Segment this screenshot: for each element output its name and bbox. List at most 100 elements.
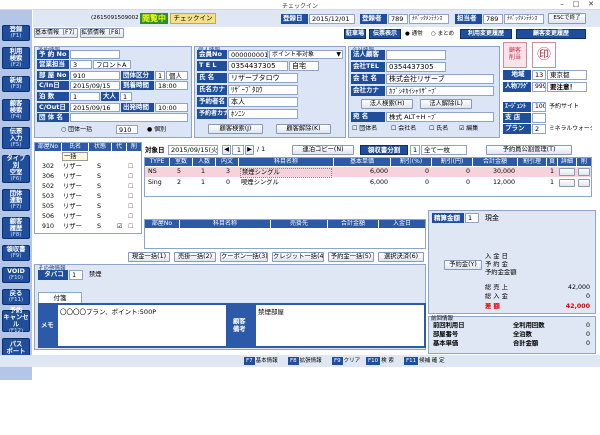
- plan-code-field[interactable]: 2: [532, 124, 546, 134]
- parking-button[interactable]: 駐車場: [344, 29, 366, 39]
- kana-field[interactable]: ﾘｻﾞｰﾌﾞﾀﾛｳ: [228, 85, 298, 95]
- company-tel-field[interactable]: 0354437305: [386, 62, 446, 72]
- group-name-field[interactable]: [70, 113, 188, 122]
- delete-checkbox[interactable]: ☐: [127, 193, 137, 201]
- chk-company-name[interactable]: ☐ 会社名: [390, 125, 428, 133]
- rep-checkbox[interactable]: ☑: [116, 223, 126, 231]
- tel-field[interactable]: 0354437305: [228, 61, 288, 71]
- fn-clear[interactable]: F9 クリア: [332, 357, 360, 365]
- sidebar-reservation-cancel-button[interactable]: 予約 キャンセル (F12): [2, 307, 30, 334]
- chk-person-name[interactable]: ☐ 氏名: [428, 125, 458, 133]
- select-settle-button[interactable]: 選択決済(6): [378, 252, 424, 262]
- tobacco-code-field[interactable]: 1: [69, 270, 83, 280]
- minimize-icon[interactable]: –: [555, 0, 569, 9]
- prev-page-icon[interactable]: ◀: [222, 145, 231, 155]
- corp-release-button[interactable]: 法人解除(L): [420, 99, 472, 109]
- slip-display-button[interactable]: 伝票表示: [369, 29, 401, 39]
- close-icon[interactable]: ✕: [584, 0, 598, 9]
- tab-basic-info[interactable]: 基本情報［F7］: [34, 28, 78, 38]
- arrival-time-field[interactable]: 18:00: [155, 81, 188, 90]
- radio-summary[interactable]: ○ まとめ: [430, 30, 458, 38]
- reservation-no-field[interactable]: [70, 50, 120, 59]
- customer-history-button[interactable]: 顧客変更履歴: [516, 29, 586, 39]
- tab-extended-info[interactable]: 拡張情報［F8］: [80, 28, 124, 38]
- booker-kana-field[interactable]: ﾎﾝﾆﾝ: [228, 109, 298, 119]
- sidebar-new-button[interactable]: 新規 (F3): [2, 76, 30, 92]
- delete-checkbox[interactable]: ☐: [127, 173, 137, 181]
- sidebar-slip-input-button[interactable]: 伝票 入力 (F5): [2, 127, 30, 149]
- sidebar-type-vacancy-button[interactable]: タイプ 別 空室 (F6): [2, 155, 30, 183]
- esc-exit-button[interactable]: ESCで終了: [548, 13, 586, 24]
- deposit-button[interactable]: 予約金(Y): [444, 260, 482, 270]
- customer-release-button[interactable]: 顧客解除(K): [276, 124, 331, 134]
- slip-item-name[interactable]: 喫煙シングル: [240, 179, 332, 187]
- booker-field[interactable]: 本人: [228, 97, 298, 107]
- slip-item-name[interactable]: 禁煙シングル: [240, 168, 332, 178]
- sidebar-register-button[interactable]: 登録 (F1): [2, 25, 30, 41]
- slip-delete-button[interactable]: [578, 179, 590, 187]
- checkout-date-field[interactable]: 2015/09/16: [70, 103, 120, 112]
- nights-field[interactable]: 1: [70, 92, 100, 101]
- maximize-icon[interactable]: □: [569, 0, 583, 9]
- settlement-code-field[interactable]: 1: [465, 213, 479, 223]
- deposit-bulk-button[interactable]: 予約金一括(5): [328, 252, 374, 262]
- point-select[interactable]: ポイント非対象 ▼: [269, 50, 343, 59]
- adult-field[interactable]: 1: [120, 92, 132, 101]
- customer-note-textarea[interactable]: 禁煙部屋: [256, 305, 424, 346]
- reservation-manage-button[interactable]: 予約員公割管理(T): [486, 145, 572, 155]
- sticky-note-tab[interactable]: 付箋: [38, 292, 82, 303]
- sidebar-receipt-button[interactable]: 領収書 (F9): [2, 245, 30, 261]
- next-page-icon[interactable]: ▶: [245, 145, 254, 155]
- sidebar-customer-search-button[interactable]: 顧客 検索 (F4): [2, 99, 30, 121]
- usage-history-button[interactable]: 利用変更履歴: [460, 29, 512, 39]
- registrar-code-field[interactable]: 789: [388, 14, 408, 24]
- sidebar-group-link-button[interactable]: 団体 連動 (F7): [2, 189, 30, 211]
- sidebar-customer-history-button[interactable]: 顧客 履歴 (F8): [2, 217, 30, 239]
- checkin-button[interactable]: チェックイン: [170, 13, 216, 24]
- receipt-split-field[interactable]: 1: [410, 145, 420, 155]
- cash-bulk-button[interactable]: 現金一括(1): [128, 252, 170, 262]
- person-flag-code-field[interactable]: 999: [532, 82, 546, 92]
- coupon-bulk-button[interactable]: クーポン一括(3): [220, 252, 268, 262]
- area-code-field[interactable]: 13: [532, 70, 546, 80]
- chk-group-name[interactable]: ☐ 団体名: [351, 125, 389, 133]
- fn-extended-info[interactable]: F8 拡張情報: [288, 357, 322, 365]
- copy-stay-button[interactable]: 連泊コピー(N): [292, 145, 354, 155]
- target-date-field[interactable]: 2015/09/15(火): [168, 145, 218, 155]
- fn-confirm[interactable]: F11 候補 確 定: [404, 357, 445, 365]
- customer-search-button[interactable]: 顧客検索(J): [208, 124, 263, 134]
- branch-code-field[interactable]: [532, 113, 546, 123]
- member-no-field[interactable]: 000000001: [228, 50, 268, 59]
- company-name-field[interactable]: 株式会社リザーブ: [386, 74, 494, 84]
- fn-search[interactable]: F10 検 索: [366, 357, 394, 365]
- corp-search-button[interactable]: 法人検索(H): [361, 99, 413, 109]
- owner-code-field[interactable]: 789: [483, 14, 503, 24]
- company-kana-field[interactable]: ｶﾌﾞｼｷｶｲｼｬﾘｻﾞｰﾌﾞ: [386, 86, 494, 96]
- delete-checkbox[interactable]: ☐: [127, 183, 137, 191]
- agent-code-field[interactable]: 100: [532, 102, 546, 112]
- memo-textarea[interactable]: 〇〇〇〇プラン、ポイント:500P: [58, 305, 226, 346]
- credit-bulk-button[interactable]: クレジット一括(4): [272, 252, 324, 262]
- receipt-split-button[interactable]: 領収書分割: [360, 145, 408, 155]
- sidebar-void-button[interactable]: VOID (F10): [2, 267, 30, 283]
- sales-rep-code-field[interactable]: 3: [70, 60, 92, 69]
- sidebar-back-button[interactable]: 戻る (F11): [2, 289, 30, 305]
- delete-checkbox[interactable]: ☐: [127, 223, 137, 231]
- radio-individual[interactable]: ● 個別: [146, 126, 176, 134]
- reg-date-field[interactable]: 2015/12/01: [309, 14, 355, 24]
- group-kubun-field[interactable]: 1: [155, 71, 165, 80]
- corp-customer-field[interactable]: [386, 50, 446, 60]
- group-bulk-room-field[interactable]: 910: [116, 125, 138, 134]
- slip-detail-button[interactable]: [559, 179, 575, 187]
- receivable-bulk-button[interactable]: 売掛一括(2): [174, 252, 216, 262]
- sidebar-usage-search-button[interactable]: 利用 検索 (F2): [2, 47, 30, 69]
- checkin-date-field[interactable]: 2015/09/15: [70, 81, 120, 90]
- name-field[interactable]: リザーブタロウ: [228, 73, 298, 83]
- radio-normal[interactable]: ● 通常: [404, 30, 430, 38]
- delete-checkbox[interactable]: ☐: [127, 213, 137, 221]
- chk-edit[interactable]: ☑ 編集: [458, 125, 492, 133]
- departure-time-field[interactable]: 10:00: [155, 103, 188, 112]
- page-field[interactable]: 1: [232, 145, 244, 155]
- slip-detail-button[interactable]: [559, 168, 575, 176]
- radio-group-bulk[interactable]: ○ 団体一括: [60, 126, 100, 134]
